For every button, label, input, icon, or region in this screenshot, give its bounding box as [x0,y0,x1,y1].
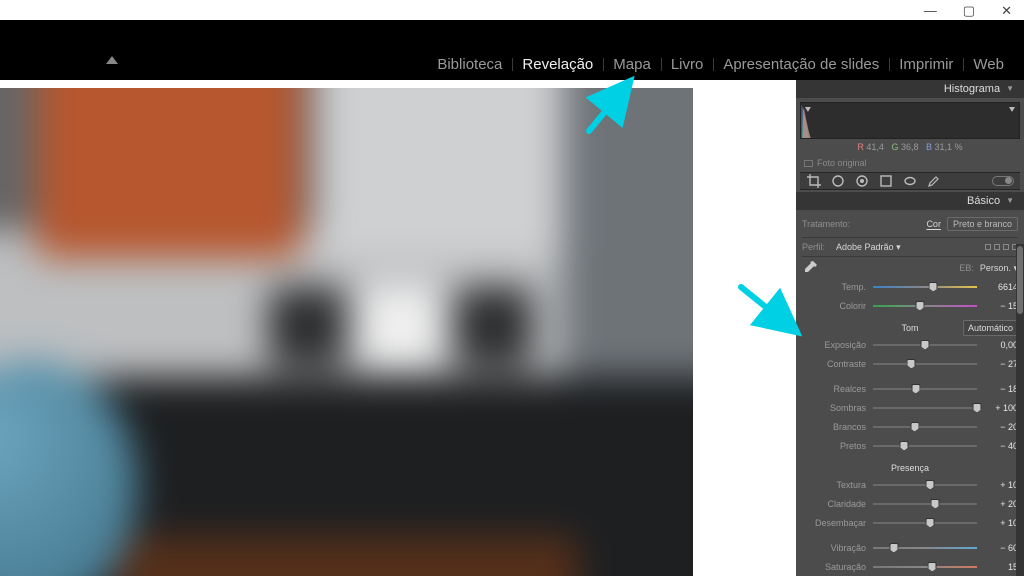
temp-label: Temp. [802,282,866,292]
panel-scrollbar[interactable] [1016,244,1024,576]
profile-dropdown[interactable]: Adobe Padrão ▾ [836,242,979,253]
tint-value[interactable]: − 15 [984,301,1018,311]
contrast-label: Contraste [802,359,866,369]
blacks-label: Pretos [802,441,866,451]
temp-slider[interactable] [873,286,977,288]
histogram-title: Histograma [944,80,1000,98]
blacks-value[interactable]: − 40 [984,441,1018,451]
contrast-value[interactable]: − 27 [984,359,1018,369]
temp-slider-row: Temp. 6614 [802,277,1018,296]
gradient-tool-icon[interactable] [878,173,894,189]
whites-slider[interactable] [873,426,977,428]
highlights-value[interactable]: − 18 [984,384,1018,394]
app-logo-icon [106,56,118,64]
contrast-slider[interactable] [873,363,977,365]
saturation-slider[interactable] [873,566,977,568]
radial-tool-icon[interactable] [902,173,918,189]
collapse-icon: ▼ [1006,80,1014,98]
eyedropper-icon[interactable] [802,260,818,276]
module-book[interactable]: Livro [661,56,714,73]
highlights-slider[interactable] [873,388,977,390]
brush-tool-icon[interactable] [926,173,942,189]
vibrance-slider[interactable] [873,547,977,549]
highlights-label: Realces [802,384,866,394]
auto-tone-button[interactable]: Automático [963,320,1018,336]
exposure-value[interactable]: 0,00 [984,340,1018,350]
module-print[interactable]: Imprimir [889,56,963,73]
crop-tool-icon[interactable] [806,173,822,189]
vibrance-label: Vibração [802,543,866,553]
texture-value[interactable]: + 10 [984,480,1018,490]
exposure-slider[interactable] [873,344,977,346]
treatment-row: Tratamento: Cor Preto e branco [802,214,1018,234]
right-panel: Histograma ▼ R 41,4 G 36,8 B 31,1 % Foto… [796,80,1024,576]
texture-label: Textura [802,480,866,490]
maximize-button[interactable]: ▢ [963,4,975,17]
whites-value[interactable]: − 20 [984,422,1018,432]
checkbox-icon[interactable] [804,160,813,167]
blacks-slider[interactable] [873,445,977,447]
tint-slider[interactable] [873,305,977,307]
dehaze-value[interactable]: + 10 [984,518,1018,528]
texture-slider[interactable] [873,484,977,486]
clarity-label: Claridade [802,499,866,509]
spot-tool-icon[interactable] [830,173,846,189]
histogram-plot [801,103,1019,139]
minimize-button[interactable]: — [924,4,937,17]
histogram[interactable] [800,102,1020,139]
basic-title: Básico [967,192,1000,210]
basic-panel-body: Tratamento: Cor Preto e branco Perfil: A… [796,210,1024,576]
dehaze-label: Desembaçar [802,518,866,528]
treatment-label: Tratamento: [802,219,850,229]
redeye-tool-icon[interactable] [854,173,870,189]
original-photo-row[interactable]: Foto original [796,157,1024,172]
dehaze-slider[interactable] [873,522,977,524]
tint-label: Colorir [802,301,866,311]
profile-label: Perfil: [802,242,830,252]
presence-section-title: Presença [802,461,1018,475]
saturation-label: Saturação [802,562,866,572]
module-slideshow[interactable]: Apresentação de slides [713,56,889,73]
treatment-color[interactable]: Cor [926,219,941,229]
vibrance-value[interactable]: − 60 [984,543,1018,553]
module-library[interactable]: Biblioteca [427,56,512,73]
panel-toggle[interactable] [992,176,1014,186]
module-bar: Biblioteca Revelação Mapa Livro Apresent… [0,20,1024,80]
wb-dropdown[interactable]: Person. ▾ [980,263,1018,274]
module-web[interactable]: Web [963,56,1014,73]
clarity-value[interactable]: + 20 [984,499,1018,509]
profile-row: Perfil: Adobe Padrão ▾ [802,237,1018,257]
clarity-slider[interactable] [873,503,977,505]
exposure-label: Exposição [802,340,866,350]
module-develop[interactable]: Revelação [512,56,603,73]
tone-section-title: Tom Automático [802,321,1018,335]
shadows-value[interactable]: + 100 [984,403,1018,413]
module-map[interactable]: Mapa [603,56,661,73]
shadows-label: Sombras [802,403,866,413]
window-titlebar: — ▢ ✕ [0,0,1024,20]
module-picker: Biblioteca Revelação Mapa Livro Apresent… [427,56,1014,73]
saturation-value[interactable]: 15 [984,562,1018,572]
temp-value[interactable]: 6614 [984,282,1018,292]
preview-area [0,80,796,576]
shadows-slider[interactable] [873,407,977,409]
white-balance-row: EB: Person. ▾ [802,259,1018,277]
treatment-bw[interactable]: Preto e branco [947,217,1018,231]
close-button[interactable]: ✕ [1001,4,1012,17]
profile-browser-icon[interactable] [985,244,1018,250]
collapse-icon: ▼ [1006,192,1014,210]
scrollbar-thumb[interactable] [1017,246,1023,314]
tint-slider-row: Colorir − 15 [802,296,1018,315]
original-photo-label: Foto original [817,158,867,168]
basic-panel-header[interactable]: Básico ▼ [796,192,1024,210]
histogram-readout: R 41,4 G 36,8 B 31,1 % [796,139,1024,157]
whites-label: Brancos [802,422,866,432]
wb-label: EB: [824,263,974,273]
histogram-header[interactable]: Histograma ▼ [796,80,1024,98]
local-tools-toolbar [800,172,1020,190]
image-preview[interactable] [0,88,693,576]
